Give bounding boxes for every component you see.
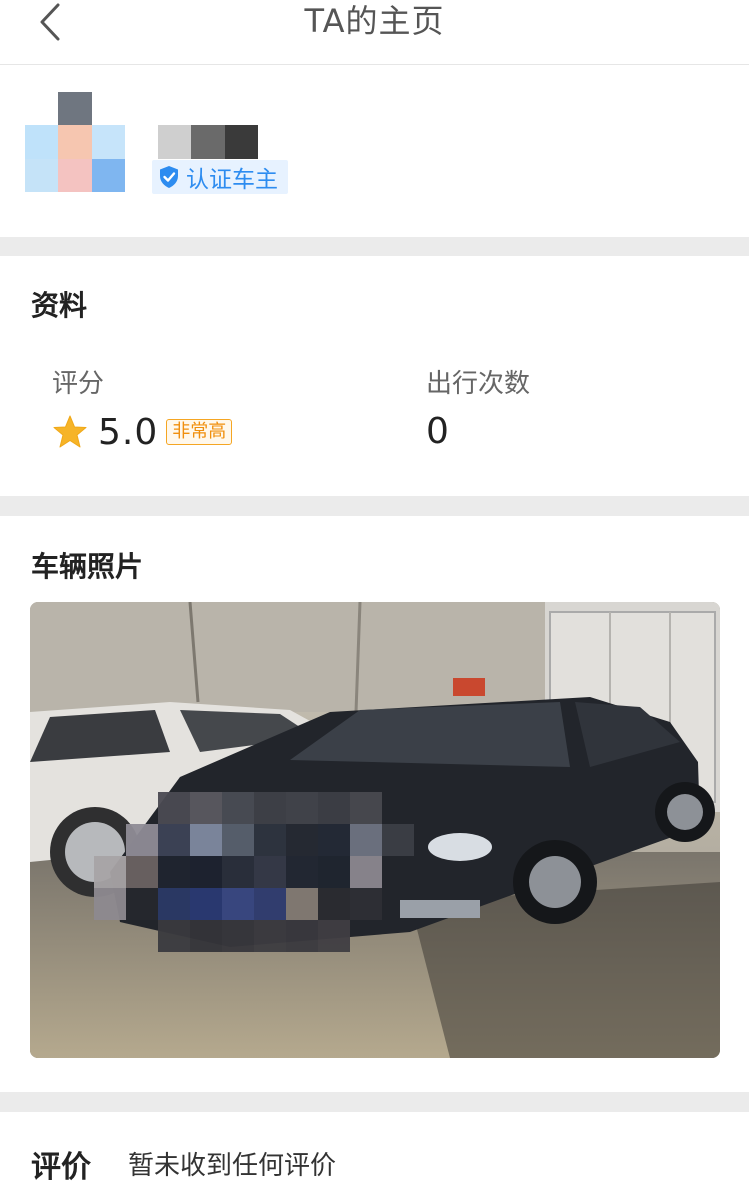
rating-value: 5.0 (98, 411, 159, 453)
vehicle-section-title: 车辆照片 (31, 550, 144, 583)
rating-label: 评分 (52, 369, 105, 399)
avatar-pixel (25, 158, 59, 192)
reviews-section-title: 评价 (31, 1150, 91, 1185)
reviews-empty-text: 暂未收到任何评价 (128, 1151, 337, 1181)
vehicle-photo[interactable] (30, 602, 720, 1058)
avatar-pixel (58, 125, 92, 159)
name-pixel (191, 125, 225, 159)
name-pixel (224, 125, 258, 159)
avatar-pixel (25, 92, 59, 126)
rating-row: 5.0 非常高 (52, 411, 233, 453)
trips-label: 出行次数 (426, 369, 531, 399)
badge-label: 认证车主 (186, 167, 278, 193)
profile-card: 认证车主 (0, 65, 749, 237)
star-icon (53, 415, 87, 448)
shield-check-icon (160, 166, 178, 188)
section-divider (0, 237, 749, 256)
avatar-pixel (58, 92, 92, 126)
verified-owner-badge: 认证车主 (152, 160, 288, 194)
rating-level-tag: 非常高 (166, 419, 233, 445)
section-divider (0, 496, 749, 516)
avatar-pixel (58, 158, 92, 192)
page-title: TA的主页 (304, 2, 445, 40)
vehicle-photo-image (30, 602, 720, 1058)
name-pixel (158, 125, 192, 159)
avatar[interactable] (25, 92, 125, 192)
avatar-pixel (91, 125, 125, 159)
trips-value: 0 (426, 411, 449, 452)
avatar-pixel (91, 92, 125, 126)
top-nav-bar: TA的主页 (0, 0, 749, 65)
user-name-pixelated (158, 125, 258, 159)
info-section-title: 资料 (31, 289, 88, 322)
avatar-pixel (25, 125, 59, 159)
section-divider (0, 1092, 749, 1112)
avatar-pixel (91, 158, 125, 192)
